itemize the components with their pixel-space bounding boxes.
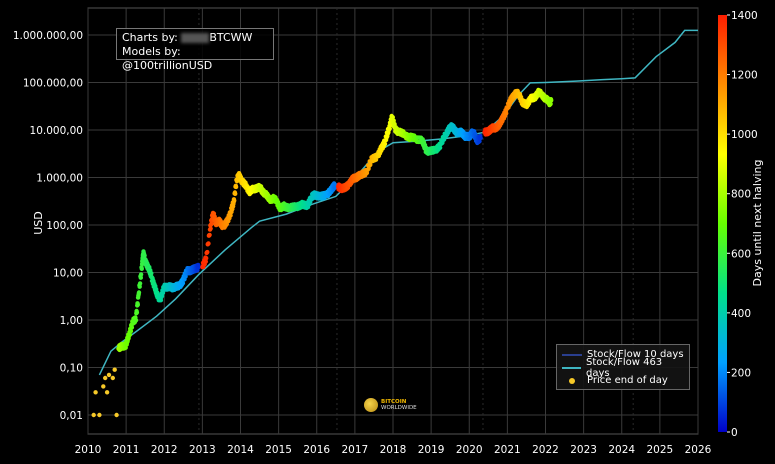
price-point — [136, 290, 142, 295]
x-tick-label: 2013 — [189, 444, 216, 456]
y-tick-label: 1,00 — [60, 315, 83, 327]
colorbar-tick-label: 0 — [731, 427, 738, 439]
x-tick-label: 2011 — [113, 444, 140, 456]
price-point — [149, 271, 154, 276]
price-point — [205, 249, 210, 255]
colorbar-tick-label: 1200 — [731, 70, 758, 82]
credits-line-1: Charts by: BTCWW — [122, 31, 268, 45]
price-point — [137, 281, 143, 286]
price-point — [91, 412, 96, 418]
price-point — [437, 145, 443, 150]
x-tick-label: 2016 — [303, 444, 330, 456]
price-point — [478, 133, 483, 139]
y-tick-label: 100.000,00 — [23, 78, 83, 90]
x-tick-label: 2019 — [418, 444, 445, 456]
colorbar-tick-label: 800 — [731, 189, 751, 201]
credits-prefix: Charts by: — [122, 31, 182, 44]
x-tick-label: 2025 — [647, 444, 674, 456]
redacted-name — [181, 33, 210, 43]
price-point — [142, 253, 147, 258]
y-tick-label: 1.000.000,00 — [13, 30, 83, 42]
legend-label-price: Price end of day — [587, 375, 668, 386]
y-tick-label: 10.000,00 — [30, 125, 83, 137]
legend-item-sf463[interactable]: Stock/Flow 463 days — [562, 357, 684, 379]
price-point — [233, 191, 238, 196]
credits-line-2: Models by: @100trillionUSD — [122, 45, 213, 72]
chart-credits: Charts by: BTCWW Models by: @100trillion… — [116, 28, 274, 72]
price-point — [101, 384, 106, 389]
x-tick-label: 2017 — [342, 444, 369, 456]
price-point — [138, 272, 144, 277]
x-axis-ticks: 2010 2011 2012 2013 2014 2015 2016 2017 2018 2019… — [75, 444, 712, 456]
price-point — [133, 318, 139, 323]
legend-item-price[interactable]: Price end of day — [562, 374, 684, 387]
price-point — [504, 111, 509, 116]
y-axis-label: USD — [32, 211, 45, 235]
x-tick-label: 2026 — [685, 444, 712, 456]
price-point — [93, 390, 98, 395]
y-tick-label: 0,10 — [60, 363, 83, 375]
x-tick-label: 2015 — [265, 444, 292, 456]
price-point — [134, 310, 140, 315]
chart-background — [0, 0, 775, 464]
credits-suffix: BTCWW — [209, 31, 253, 44]
colorbar-label: Days until next halving — [751, 160, 764, 287]
legend-swatch-price — [569, 377, 575, 384]
x-tick-label: 2022 — [532, 444, 559, 456]
colorbar-tick-label: 1400 — [731, 10, 758, 22]
price-point — [233, 184, 239, 190]
y-tick-label: 0,01 — [60, 410, 83, 422]
x-tick-label: 2021 — [494, 444, 521, 456]
x-tick-label: 2012 — [151, 444, 178, 456]
x-tick-label: 2018 — [380, 444, 407, 456]
price-point — [112, 367, 117, 372]
price-point — [548, 101, 553, 107]
y-tick-label: 10,00 — [53, 268, 83, 280]
price-point — [232, 198, 237, 203]
x-tick-label: 2023 — [570, 444, 597, 456]
price-point — [114, 412, 119, 418]
price-point — [196, 262, 201, 268]
price-point — [382, 141, 388, 147]
price-point — [206, 241, 211, 246]
price-point — [203, 255, 208, 260]
legend-swatch-sf463 — [562, 366, 582, 369]
price-point — [203, 259, 208, 264]
x-tick-label: 2020 — [456, 444, 483, 456]
bitcoin-worldwide-watermark: BITCOIN WORLDWIDE — [364, 398, 417, 412]
colorbar-tick-label: 1000 — [731, 129, 758, 141]
y-tick-label: 1.000,00 — [36, 173, 83, 185]
price-point — [129, 325, 135, 330]
btc-stock-to-flow-chart: 0,01 0,10 1,00 10,00 100,00 1.000,00 10.000,00… — [0, 0, 775, 464]
colorbar-gradient — [718, 15, 727, 432]
price-point — [110, 375, 116, 381]
colorbar-tick-label: 400 — [731, 308, 751, 320]
colorbar-tick-label: 600 — [731, 248, 751, 260]
price-point — [139, 266, 144, 271]
colorbar-tick-label: 200 — [731, 367, 751, 379]
watermark-line-2: WORLDWIDE — [381, 405, 417, 411]
x-tick-label: 2014 — [227, 444, 254, 456]
price-point — [97, 412, 102, 418]
price-point — [104, 390, 110, 395]
legend[interactable]: Stock/Flow 10 days Stock/Flow 463 days P… — [556, 344, 690, 390]
y-tick-label: 100,00 — [46, 220, 83, 232]
price-point — [135, 302, 140, 307]
price-point — [208, 226, 213, 231]
price-point — [207, 232, 212, 238]
price-point — [106, 372, 112, 378]
x-tick-label: 2024 — [608, 444, 635, 456]
bitcoin-logo-icon — [364, 398, 378, 412]
price-point — [128, 328, 134, 334]
price-point — [548, 97, 554, 102]
x-tick-label: 2010 — [75, 444, 102, 456]
price-point — [158, 298, 164, 303]
legend-swatch-sf10 — [562, 353, 582, 356]
price-point — [180, 281, 186, 286]
price-point — [103, 375, 108, 381]
